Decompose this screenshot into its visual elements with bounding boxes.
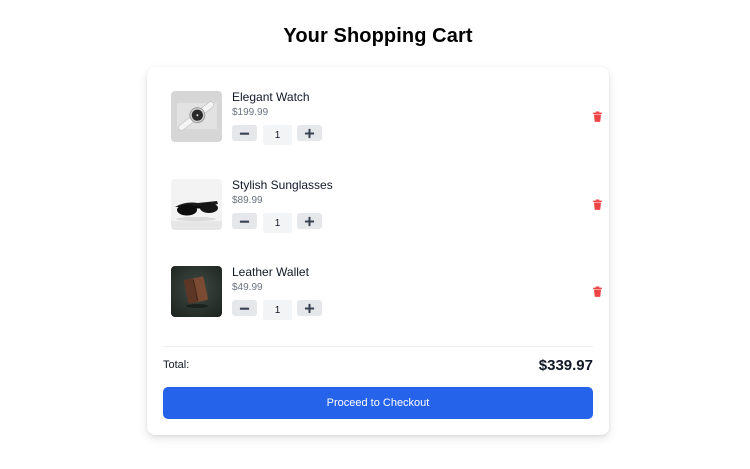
decrease-quantity-button[interactable] (232, 125, 257, 141)
item-name: Elegant Watch (232, 90, 310, 104)
item-name: Leather Wallet (232, 265, 309, 279)
wallet-image (171, 266, 222, 317)
quantity-value[interactable]: 1 (263, 213, 292, 233)
minus-icon (239, 132, 250, 135)
cart-item: Leather Wallet $49.99 1 (171, 265, 602, 320)
total-value: $339.97 (538, 357, 593, 374)
delete-item-button[interactable] (590, 284, 604, 298)
trash-icon (592, 199, 602, 210)
minus-icon (239, 307, 250, 310)
increase-quantity-button[interactable] (297, 300, 322, 316)
quantity-value[interactable]: 1 (263, 125, 292, 145)
trash-icon (592, 111, 602, 122)
page-title: Your Shopping Cart (283, 25, 473, 47)
increase-quantity-button[interactable] (297, 125, 322, 141)
delete-item-button[interactable] (590, 197, 604, 211)
decrease-quantity-button[interactable] (232, 300, 257, 316)
cart-item: Elegant Watch $199.99 1 (171, 90, 602, 145)
cart-card: Elegant Watch $199.99 1 Stylish Sunglass… (147, 67, 609, 435)
increase-quantity-button[interactable] (297, 213, 322, 229)
divider (163, 346, 593, 347)
item-name: Stylish Sunglasses (232, 178, 333, 192)
plus-icon (304, 303, 315, 313)
trash-icon (592, 286, 602, 297)
minus-icon (239, 220, 250, 223)
cart-item: Stylish Sunglasses $89.99 1 (171, 178, 602, 233)
item-price: $199.99 (232, 107, 269, 118)
quantity-value[interactable]: 1 (263, 300, 292, 320)
plus-icon (304, 216, 315, 226)
sunglasses-image (171, 179, 222, 230)
watch-image (171, 91, 222, 142)
checkout-button[interactable]: Proceed to Checkout (163, 387, 593, 419)
item-price: $89.99 (232, 195, 263, 206)
delete-item-button[interactable] (590, 109, 604, 123)
total-label: Total: (163, 359, 190, 371)
decrease-quantity-button[interactable] (232, 213, 257, 229)
item-price: $49.99 (232, 282, 263, 293)
plus-icon (304, 128, 315, 138)
